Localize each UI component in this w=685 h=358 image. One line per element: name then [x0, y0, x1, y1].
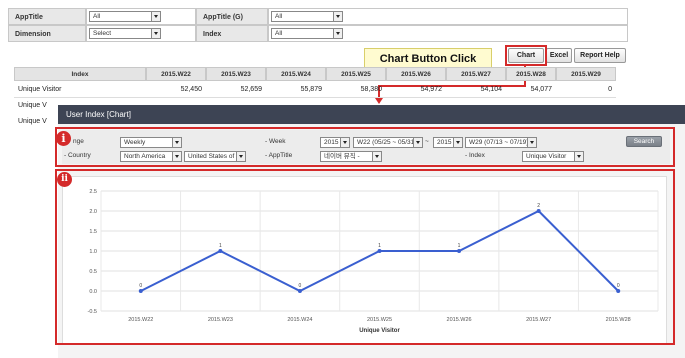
country-select[interactable]: United States of: [184, 151, 246, 162]
table-cell: 54,972: [386, 82, 446, 98]
dimension-label: Dimension: [8, 25, 86, 42]
report-help-button[interactable]: Report Help: [574, 48, 626, 63]
highlight-box-chart: [55, 169, 675, 345]
row-label: Unique V: [18, 118, 47, 125]
chart-button-highlight: [505, 45, 547, 66]
chevron-down-icon: [372, 152, 381, 161]
chevron-down-icon: [151, 12, 160, 21]
chevron-down-icon: [151, 29, 160, 38]
table-cell: 54,104: [446, 82, 506, 98]
grid-header: 2015.W27: [446, 67, 506, 81]
week-separator: ~: [425, 138, 429, 145]
country-label: - Country: [64, 152, 91, 159]
week-from-year-select[interactable]: 2015: [320, 137, 350, 148]
country-select-value: United States of: [188, 153, 235, 160]
dialog-index-label: - Index: [465, 152, 485, 159]
apptitle-g-label: AppTitle (G): [196, 8, 268, 25]
country-region-select[interactable]: North America: [120, 151, 182, 162]
row-label: Unique V: [18, 102, 47, 109]
apptitle-label: AppTitle: [8, 8, 86, 25]
table-cell: 58,380: [326, 82, 386, 98]
grid-header: 2015.W26: [386, 67, 446, 81]
chevron-down-icon: [413, 138, 422, 147]
badge-ii: ii: [57, 172, 72, 187]
table-cell: 55,879: [266, 82, 326, 98]
chevron-down-icon: [574, 152, 583, 161]
dialog-title: User Index [Chart]: [58, 105, 685, 124]
week-from-value: W22 (05/25 ~ 05/31): [357, 139, 417, 146]
table-cell: 0: [556, 82, 616, 98]
week-label: - Week: [265, 138, 286, 145]
grid-header: Index: [14, 67, 146, 81]
chevron-down-icon: [236, 152, 245, 161]
apptitle-g-select[interactable]: All: [271, 11, 343, 22]
range-label: nge: [73, 138, 84, 145]
range-select[interactable]: Weekly: [120, 137, 182, 148]
chevron-down-icon: [453, 138, 462, 147]
table-cell: 52,659: [206, 82, 266, 98]
dimension-select[interactable]: Select: [89, 28, 161, 39]
apptitle-select-value: All: [93, 13, 101, 20]
chevron-down-icon: [172, 138, 181, 147]
week-to-value: W29 (07/13 ~ 07/19): [469, 139, 529, 146]
chevron-down-icon: [527, 138, 536, 147]
week-to-year-select[interactable]: 2015: [433, 137, 463, 148]
week-from-year-value: 2015: [324, 139, 339, 146]
dialog-index-value: Unique Visitor: [526, 153, 567, 160]
chevron-down-icon: [340, 138, 349, 147]
search-button[interactable]: Search: [626, 136, 662, 147]
range-select-value: Weekly: [124, 139, 146, 146]
dialog-apptitle-value: 네이버 뮤직 -: [324, 153, 360, 160]
index-label: Index: [196, 25, 268, 42]
week-to-select[interactable]: W29 (07/13 ~ 07/19): [465, 137, 537, 148]
apptitle-select[interactable]: All: [89, 11, 161, 22]
apptitle-g-select-value: All: [275, 13, 283, 20]
week-from-select[interactable]: W22 (05/25 ~ 05/31): [353, 137, 423, 148]
week-to-year-value: 2015: [437, 139, 452, 146]
excel-button[interactable]: Excel: [546, 48, 572, 63]
table-cell: 54,077: [506, 82, 556, 98]
dialog-apptitle-label: - AppTitle: [265, 152, 293, 159]
table-cell: 52,450: [146, 82, 206, 98]
chevron-down-icon: [333, 29, 342, 38]
chevron-down-icon: [333, 12, 342, 21]
grid-header: 2015.W28: [506, 67, 556, 81]
dialog-apptitle-select[interactable]: 네이버 뮤직 -: [320, 151, 382, 162]
arrow-down-icon: [375, 98, 383, 104]
dimension-select-value: Select: [93, 30, 112, 37]
grid-header: 2015.W29: [556, 67, 616, 81]
grid-header: 2015.W24: [266, 67, 326, 81]
index-select[interactable]: All: [271, 28, 343, 39]
dialog-index-select[interactable]: Unique Visitor: [522, 151, 584, 162]
badge-i: i: [56, 131, 71, 146]
grid-header: 2015.W25: [326, 67, 386, 81]
grid-header: 2015.W23: [206, 67, 266, 81]
grid-header: 2015.W22: [146, 67, 206, 81]
index-select-value: All: [275, 30, 283, 37]
chevron-down-icon: [172, 152, 181, 161]
row-label: Unique Visitor: [14, 82, 146, 98]
country-region-value: North America: [124, 153, 166, 160]
